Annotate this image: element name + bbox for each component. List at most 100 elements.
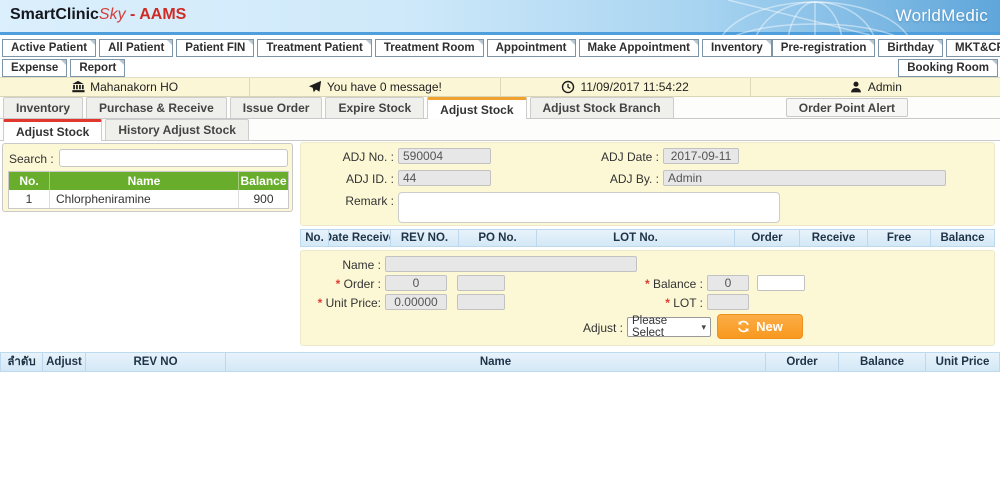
clock-icon [561,80,575,94]
datetime-text: 11/09/2017 11:54:22 [580,80,688,94]
order-extra-field [457,275,505,291]
order-label: * Order : [301,277,381,291]
new-button[interactable]: New [717,314,803,339]
drug-row-no: 1 [9,190,49,208]
balance-label: * Balance : [601,277,703,291]
app-logo: SmartClinicSky - AAMS [10,6,186,24]
col-balance: Balance [238,172,288,190]
subtab-history-adjust-stock[interactable]: History Adjust Stock [105,119,249,140]
name-field [385,256,637,272]
menu-make-appointment[interactable]: Make Appointment [579,39,699,57]
bot-col-order: Order [766,353,839,371]
bot-col-seq: ลำดับ [1,353,43,371]
menu-pre-registration[interactable]: Pre-registration [772,39,876,57]
recv-col-rev-no: REV NO. [391,230,459,246]
recv-col-order: Order [735,230,800,246]
menu-group-right-2: Booking Room [898,59,998,77]
menu-all-patient[interactable]: All Patient [99,39,173,57]
search-label: Search : [9,152,54,166]
branch-name: Mahanakorn HO [90,80,178,94]
user-icon [849,80,863,94]
tab-adjust-stock[interactable]: Adjust Stock [427,97,526,119]
tab-expire-stock[interactable]: Expire Stock [325,97,424,118]
adjusted-items-table-header: ลำดับ Adjust REV NO Name Order Balance U… [0,352,1000,372]
unit-price-extra-field [457,294,505,310]
new-button-label: New [756,319,783,334]
search-input[interactable] [59,149,288,167]
inventory-tab-bar: Inventory Purchase & Receive Issue Order… [0,97,1000,119]
menu-birthday[interactable]: Birthday [878,39,943,57]
tab-adjust-stock-branch[interactable]: Adjust Stock Branch [530,97,674,118]
col-no: No. [9,172,49,190]
adj-id-field: 44 [398,170,491,186]
brand-smartclinic: SmartClinic [10,6,99,23]
balance-field: 0 [707,275,749,291]
menu-group-left-1: Active Patient All Patient Patient FIN T… [2,39,772,57]
bank-icon [71,80,85,94]
menu-inventory[interactable]: Inventory [702,39,772,57]
unit-price-field: 0.00000 [385,294,447,310]
drug-table: No. Name Balance 1 Chlorpheniramine 900 [8,171,289,209]
adj-date-label: ADJ Date : [541,150,659,164]
remark-textarea[interactable] [398,192,780,223]
col-name: Name [49,172,238,190]
adj-date-field: 2017-09-11 [663,148,739,164]
bot-col-name: Name [226,353,766,371]
adj-no-label: ADJ No. : [301,150,394,164]
bot-col-rev-no: REV NO [86,353,226,371]
receive-table-header: No. Date Receive REV NO. PO No. LOT No. … [300,229,995,247]
bot-col-unit-price: Unit Price [926,353,999,371]
balance-input[interactable] [757,275,805,291]
status-bar: Mahanakorn HO You have 0 message! 11/09/… [0,77,1000,97]
recv-col-po-no: PO No. [459,230,537,246]
menu-expense[interactable]: Expense [2,59,67,77]
user-name: Admin [868,80,902,94]
adjust-select[interactable]: Please Select ▾ [627,317,711,337]
recv-col-date-receive: Date Receive [329,230,391,246]
brand-sky: Sky [99,6,126,23]
adj-id-label: ADJ ID. : [301,172,394,186]
drug-search-panel: Search : No. Name Balance 1 Chlorphenira… [2,143,293,212]
menu-mkt-crm[interactable]: MKT&CRM [946,39,1000,57]
recv-col-free: Free [868,230,931,246]
menu-active-patient[interactable]: Active Patient [2,39,96,57]
recv-col-balance: Balance [931,230,994,246]
status-message: You have 0 message! [249,78,499,96]
message-plane-icon [308,80,322,94]
subtab-adjust-stock[interactable]: Adjust Stock [3,119,102,141]
bot-col-adjust: Adjust [43,353,86,371]
adj-no-field: 590004 [398,148,491,164]
remark-label: Remark : [301,194,394,208]
menu-report[interactable]: Report [70,59,125,77]
refresh-icon [737,320,750,333]
main-menu: Active Patient All Patient Patient FIN T… [0,35,1000,77]
recv-col-no: No. [301,230,329,246]
recv-col-receive: Receive [800,230,868,246]
menu-appointment[interactable]: Appointment [487,39,576,57]
menu-booking-room[interactable]: Booking Room [898,59,998,77]
drug-row-balance: 900 [238,190,288,208]
app-header: SmartClinicSky - AAMS WorldMedic [0,0,1000,35]
tab-inventory[interactable]: Inventory [3,97,83,118]
recv-col-lot-no: LOT No. [537,230,735,246]
menu-patient-fin[interactable]: Patient FIN [176,39,254,57]
lot-label: * LOT : [601,296,703,310]
tab-purchase-receive[interactable]: Purchase & Receive [86,97,227,118]
status-user: Admin [750,78,1000,96]
message-text: You have 0 message! [327,80,442,94]
adjust-stock-page: Search : No. Name Balance 1 Chlorphenira… [0,141,1000,483]
adjustment-header-form: ADJ No. : 590004 ADJ Date : 2017-09-11 A… [300,142,995,226]
unit-price-label: * Unit Price: [301,296,381,310]
status-branch: Mahanakorn HO [0,78,249,96]
worldmedic-logo: WorldMedic [896,6,988,26]
menu-treatment-room[interactable]: Treatment Room [375,39,484,57]
menu-treatment-patient[interactable]: Treatment Patient [257,39,372,57]
drug-row[interactable]: 1 Chlorpheniramine 900 [9,190,288,208]
order-point-alert-button[interactable]: Order Point Alert [786,98,908,117]
menu-group-right-1: Pre-registration Birthday MKT&CRM Medica… [772,39,1000,57]
drug-row-name: Chlorpheniramine [49,190,238,208]
adj-by-label: ADJ By. : [541,172,659,186]
status-datetime: 11/09/2017 11:54:22 [500,78,750,96]
adjust-label: Adjust : [521,321,623,335]
tab-issue-order[interactable]: Issue Order [230,97,323,118]
